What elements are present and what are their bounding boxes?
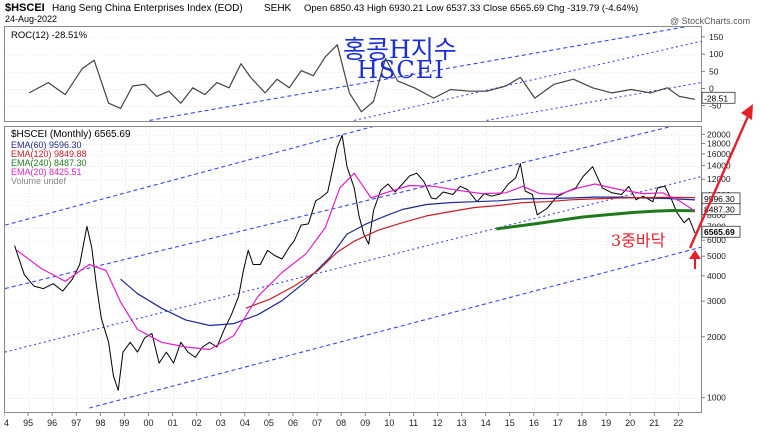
x-tick-label: 07: [312, 418, 322, 428]
roc-tick-label: 150: [709, 32, 723, 42]
x-tick-label: 05: [264, 418, 274, 428]
roc-tick-label: 50: [709, 66, 719, 76]
x-tick-label: 03: [216, 418, 226, 428]
x-tick-label: 17: [553, 418, 563, 428]
roc-tick-label: 100: [709, 49, 723, 59]
up-arrow-icon: [689, 250, 701, 269]
x-tick-label: 22: [673, 418, 683, 428]
x-tick-label: 97: [71, 418, 81, 428]
hscei-title-annotation: HSCEI: [357, 56, 445, 84]
index-name: Hang Seng China Enterprises Index (EOD): [52, 3, 243, 14]
price-panel-title: $HSCEI (Monthly) 6565.69: [11, 129, 131, 140]
price-tick-label: 18000: [707, 139, 731, 149]
x-tick-label: 11: [409, 418, 418, 428]
channel-line: [5, 127, 672, 290]
price-tick-label: 16000: [707, 149, 731, 159]
chart-date: 24-Aug-2022: [5, 14, 58, 24]
x-tick-label: 08: [336, 418, 346, 428]
quote-line: Open 6850.43 High 6930.21 Low 6537.33 Cl…: [304, 3, 639, 14]
triple-bottom-annotation: 3중바닥: [611, 231, 666, 250]
x-axis: 94 95 96 97 98 99 00 01 02 03 04 05 06 07 08 09 10 11 12 13…: [4, 413, 683, 428]
price-tick-label: 12000: [707, 174, 731, 184]
x-tick-label: 99: [119, 418, 129, 428]
exchange: SEHK: [264, 3, 292, 14]
x-tick-label: 13: [457, 418, 467, 428]
value-tag-label: 9596.30: [704, 194, 735, 204]
series-line-ema-60-: [120, 196, 696, 327]
x-tick-label: 96: [47, 418, 57, 428]
channel-line: [89, 246, 701, 409]
x-tick-label: 98: [95, 418, 105, 428]
channel-line: [5, 176, 701, 353]
x-tick-label: 01: [168, 418, 178, 428]
value-tag-label: 6565.69: [704, 227, 735, 237]
x-tick-label: 95: [23, 418, 33, 428]
x-tick-label: 14: [481, 418, 491, 428]
x-tick-label: 19: [601, 418, 611, 428]
roc-label: ROC(12) -28.51%: [11, 30, 88, 41]
price-plot: [5, 127, 701, 412]
price-y-axis: 2000018000160001400012000100009000800070…: [701, 129, 741, 403]
price-tick-label: 3000: [707, 296, 726, 306]
x-tick-label: 20: [625, 418, 635, 428]
price-tick-label: 14000: [707, 161, 731, 171]
price-tick-label: 4000: [707, 271, 726, 281]
x-tick-label: 09: [360, 418, 370, 428]
x-tick-label: 15: [505, 418, 515, 428]
x-tick-label: 02: [192, 418, 202, 428]
up-arrow-head: [689, 250, 701, 259]
legend-entry: Volume undef: [11, 176, 67, 186]
x-tick-label: 21: [649, 418, 659, 428]
price-tick-label: 5000: [707, 251, 726, 261]
x-tick-label: 94: [4, 418, 9, 428]
x-tick-label: 18: [577, 418, 587, 428]
symbol: $HSCEI: [5, 2, 45, 14]
roc-y-axis: 150100500-50-28.51: [701, 32, 736, 111]
x-tick-label: 16: [529, 418, 539, 428]
x-tick-label: 12: [432, 418, 442, 428]
roc-value-tag-label: -28.51: [704, 93, 728, 103]
value-tag-label: 8487.30: [704, 205, 735, 215]
price-tick-label: 2000: [707, 332, 726, 342]
price-panel: $HSCEI (Monthly) 6565.69 EMA(60) 9596.30…: [4, 126, 702, 413]
x-tick-label: 06: [288, 418, 298, 428]
price-tick-label: 1000: [707, 393, 726, 403]
x-tick-label: 00: [143, 418, 153, 428]
x-tick-label: 10: [384, 418, 394, 428]
x-tick-label: 04: [240, 418, 250, 428]
